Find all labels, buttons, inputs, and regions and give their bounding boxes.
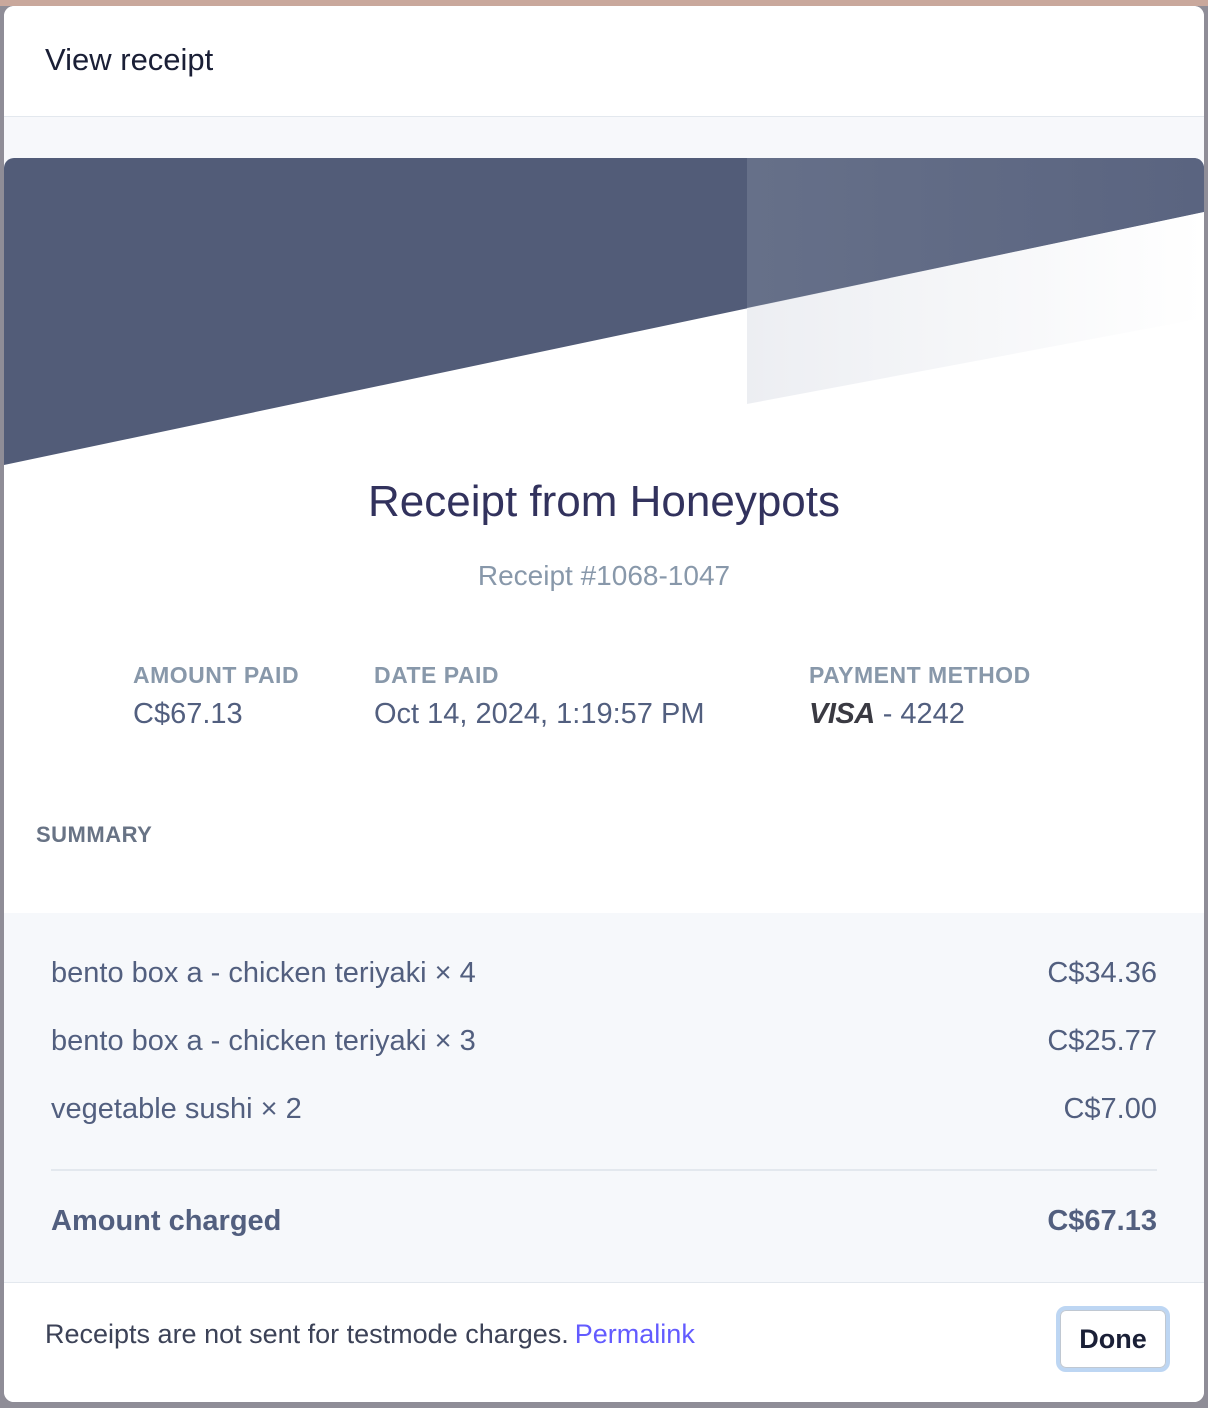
done-button[interactable]: Done (1056, 1306, 1170, 1372)
summary-divider (51, 1169, 1157, 1171)
modal-title: View receipt (45, 42, 214, 77)
receipt-banner (4, 158, 1204, 465)
summary-label: SUMMARY (36, 822, 153, 847)
total-row: Amount charged C$67.13 (51, 1203, 1157, 1239)
payment-method-label: PAYMENT METHOD (809, 662, 1031, 688)
total-amount: C$67.13 (1047, 1205, 1157, 1237)
line-item-amount: C$7.00 (1063, 1093, 1157, 1125)
receipt-number: Receipt #1068-1047 (477, 560, 731, 591)
line-item-name: bento box a - chicken teriyaki × 3 (51, 1025, 476, 1057)
receipt-modal: View receipt Receipt from Honeypots Rece… (4, 6, 1204, 1402)
footer-note: Receipts are not sent for testmode charg… (45, 1318, 695, 1350)
line-item: bento box a - chicken teriyaki × 3 C$25.… (51, 1024, 1157, 1058)
permalink-link[interactable]: Permalink (575, 1319, 695, 1349)
total-label: Amount charged (51, 1205, 282, 1237)
modal-header: View receipt (4, 6, 1204, 117)
payment-method-value: VISA - 4242 (809, 700, 965, 729)
testmode-note: Receipts are not sent for testmode charg… (45, 1319, 569, 1349)
summary-box: bento box a - chicken teriyaki × 4 C$34.… (4, 913, 1204, 1282)
line-item-name: vegetable sushi × 2 (51, 1093, 302, 1125)
amount-paid-value: C$67.13 (133, 698, 243, 730)
modal-footer: Receipts are not sent for testmode charg… (4, 1282, 1204, 1402)
date-paid-value: Oct 14, 2024, 1:19:57 PM (374, 698, 705, 730)
card-last4: - 4242 (882, 698, 965, 730)
line-item: bento box a - chicken teriyaki × 4 C$34.… (51, 956, 1157, 990)
done-button-label: Done (1060, 1310, 1166, 1368)
receipt-card: Receipt from Honeypots Receipt #1068-104… (4, 158, 1204, 1282)
date-paid-label: DATE PAID (374, 662, 500, 688)
modal-body[interactable]: Receipt from Honeypots Receipt #1068-104… (4, 117, 1204, 1282)
visa-logo-icon: VISA (809, 698, 875, 730)
line-item-amount: C$34.36 (1047, 957, 1157, 989)
amount-paid-label: AMOUNT PAID (133, 662, 300, 688)
receipt-title: Receipt from Honeypots (368, 477, 840, 526)
line-item-name: bento box a - chicken teriyaki × 4 (51, 957, 476, 989)
line-item: vegetable sushi × 2 C$7.00 (51, 1092, 1157, 1126)
line-item-amount: C$25.77 (1047, 1025, 1157, 1057)
